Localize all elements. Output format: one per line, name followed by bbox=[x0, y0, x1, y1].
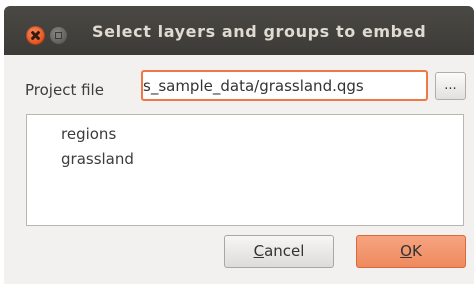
cancel-button[interactable]: Cancel bbox=[224, 235, 334, 268]
dialog-window: Select layers and groups to embed Projec… bbox=[4, 6, 474, 284]
ok-button[interactable]: OK bbox=[356, 235, 466, 268]
tree-item-regions[interactable]: regions bbox=[61, 125, 116, 143]
maximize-icon[interactable] bbox=[50, 27, 67, 44]
layer-tree[interactable]: regions grassland bbox=[26, 114, 464, 226]
title-bar[interactable]: Select layers and groups to embed bbox=[4, 6, 474, 55]
tree-item-grassland[interactable]: grassland bbox=[61, 150, 134, 168]
close-icon[interactable] bbox=[26, 26, 45, 45]
project-file-label: Project file bbox=[25, 81, 104, 99]
window-title: Select layers and groups to embed bbox=[92, 22, 427, 41]
browse-button[interactable]: ... bbox=[435, 72, 466, 100]
project-file-input[interactable] bbox=[141, 70, 428, 101]
